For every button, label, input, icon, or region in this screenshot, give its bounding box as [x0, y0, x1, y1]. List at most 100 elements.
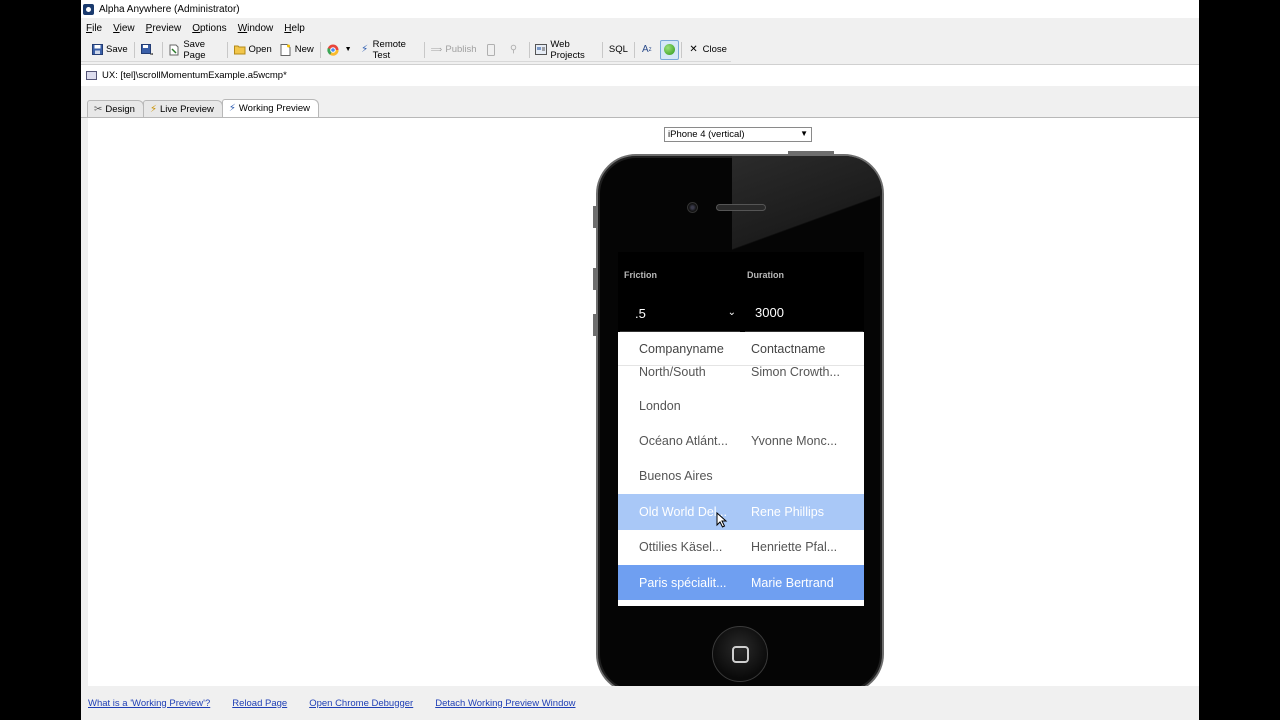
what-is-working-preview-link[interactable]: What is a 'Working Preview'? [88, 698, 210, 709]
friction-select[interactable]: .5 ⌄ [620, 298, 740, 332]
speaker-grille [716, 204, 766, 211]
browser-button[interactable]: ▼ [323, 40, 356, 60]
menu-window[interactable]: Window [238, 23, 274, 34]
camera-icon [687, 202, 698, 213]
letterbox-left [0, 0, 81, 720]
floppy-disk-icon [91, 44, 103, 56]
toolbar-separator [633, 41, 635, 58]
tab-design-label: Design [105, 103, 135, 115]
menu-view[interactable]: View [113, 23, 135, 34]
phone-screen: Friction Duration .5 ⌄ 3000 Companyname [618, 252, 864, 606]
phone-top-button [788, 151, 834, 154]
chevron-down-icon[interactable]: ▼ [345, 46, 352, 53]
contact-cell: Yvonne Monc... [751, 434, 838, 449]
chrome-icon [326, 44, 339, 56]
list-row[interactable]: North/South Simon Crowth... [618, 365, 864, 388]
sql-button[interactable]: SQL [605, 40, 632, 60]
save-page-button[interactable]: Save Page [164, 39, 224, 61]
chevron-down-icon: ⌄ [727, 307, 736, 318]
publish-icon: ⟹ [430, 45, 443, 54]
pin-button[interactable]: ⚲ [504, 40, 527, 60]
toolbar-separator [133, 41, 135, 58]
device-select[interactable]: iPhone 4 (vertical) ▼ [664, 127, 812, 142]
control-values: .5 ⌄ 3000 [618, 298, 864, 332]
phone-frame: Friction Duration .5 ⌄ 3000 Companyname [596, 154, 884, 694]
column-header-companyname: Companyname [639, 341, 724, 356]
menu-help[interactable]: Help [284, 23, 305, 34]
menu-options[interactable]: Options [192, 23, 226, 34]
publish-button[interactable]: ⟹ Publish [426, 40, 480, 60]
footer-links: What is a 'Working Preview'? Reload Page… [81, 686, 1199, 720]
open-button[interactable]: Open [230, 40, 276, 60]
app-window: Alpha Anywhere (Administrator) File View… [81, 0, 1199, 720]
menu-preview[interactable]: Preview [146, 23, 182, 34]
company-cell: Océano Atlánt... [639, 434, 728, 449]
lightning-icon: ⚡ [149, 103, 157, 115]
friction-value: .5 [635, 306, 646, 321]
tab-design[interactable]: ✂ Design [87, 100, 144, 117]
green-status-icon [663, 44, 675, 55]
duration-label: Duration [747, 270, 784, 280]
web-projects-button[interactable]: Web Projects [531, 39, 600, 61]
toolbar-separator [528, 41, 530, 58]
working-preview-pane: iPhone 4 (vertical) ▼ Friction Duration … [88, 118, 1199, 694]
list-rows: North/South Simon Crowth... London Océan… [618, 365, 864, 601]
detach-working-preview-link[interactable]: Detach Working Preview Window [435, 698, 575, 709]
company-cell: North/South [639, 365, 706, 379]
spell-check-icon: Az [641, 44, 652, 55]
phone-side-button [593, 206, 596, 228]
reload-page-link[interactable]: Reload Page [232, 698, 287, 709]
remote-test-button[interactable]: ⚡ Remote Test [356, 39, 422, 61]
title-bar: Alpha Anywhere (Administrator) [81, 0, 1199, 18]
new-document-icon [280, 43, 292, 56]
window-title: Alpha Anywhere (Administrator) [99, 3, 240, 15]
folder-open-icon [233, 44, 246, 56]
menu-file[interactable]: File [86, 23, 102, 34]
data-list[interactable]: Companyname Contactname North/South Simo… [618, 332, 864, 606]
contact-cell: Marie Bertrand [751, 575, 834, 590]
open-chrome-debugger-link[interactable]: Open Chrome Debugger [309, 698, 413, 709]
close-button[interactable]: ✕ Close [684, 40, 731, 60]
list-row[interactable]: Océano Atlánt... Yvonne Monc... [618, 423, 864, 458]
tab-live-preview-label: Live Preview [160, 103, 214, 115]
toolbar-separator [226, 41, 228, 58]
toolbar: Save Save Page Open New ▼ ⚡ Remote Test … [81, 38, 731, 62]
publish-label: Publish [445, 44, 477, 55]
list-row[interactable]: Buenos Aires [618, 459, 864, 494]
duration-input[interactable]: 3000 [745, 298, 863, 332]
new-button[interactable]: New [276, 40, 318, 60]
list-header: Companyname Contactname [618, 332, 864, 366]
mouse-pointer-icon [716, 512, 728, 528]
device-button[interactable] [481, 40, 504, 60]
list-row-highlighted[interactable]: Old World Del... Rene Phillips [618, 494, 864, 530]
open-label: Open [248, 44, 272, 55]
close-icon: ✕ [689, 44, 698, 55]
company-cell: Old World Del... [639, 504, 727, 519]
phone-side-button [593, 314, 596, 336]
save-page-icon [168, 44, 180, 56]
new-label: New [294, 44, 314, 55]
document-path: UX: [tel]\scrollMomentumExample.a5wcmp* [102, 70, 287, 81]
wrench-icon: ✂ [94, 103, 103, 115]
list-row[interactable]: Ottilies Käsel... Henriette Pfal... [618, 530, 864, 565]
status-toggle-button[interactable] [659, 39, 679, 60]
toolbar-separator [680, 41, 682, 58]
save-button[interactable]: Save [87, 40, 132, 60]
tab-working-preview-label: Working Preview [238, 103, 310, 114]
tab-live-preview[interactable]: ⚡ Live Preview [142, 100, 223, 117]
pin-icon: ⚲ [509, 44, 518, 55]
company-cell: London [639, 398, 681, 413]
contact-cell: Simon Crowth... [751, 365, 840, 379]
save-options-button[interactable] [137, 40, 160, 60]
spell-check-button[interactable]: Az [637, 40, 660, 60]
list-row[interactable]: London [618, 388, 864, 423]
tab-working-preview[interactable]: ⚡ Working Preview [221, 99, 319, 117]
duration-value: 3000 [755, 305, 784, 320]
contact-cell: Henriette Pfal... [751, 540, 838, 555]
lightning-icon: ⚡ [361, 44, 369, 55]
company-cell: Ottilies Käsel... [639, 540, 723, 555]
home-button[interactable] [712, 626, 768, 682]
menu-bar: File View Preview Options Window Help [81, 18, 1199, 38]
toolbar-separator [423, 41, 425, 58]
list-row-selected[interactable]: Paris spécialit... Marie Bertrand [618, 564, 864, 601]
